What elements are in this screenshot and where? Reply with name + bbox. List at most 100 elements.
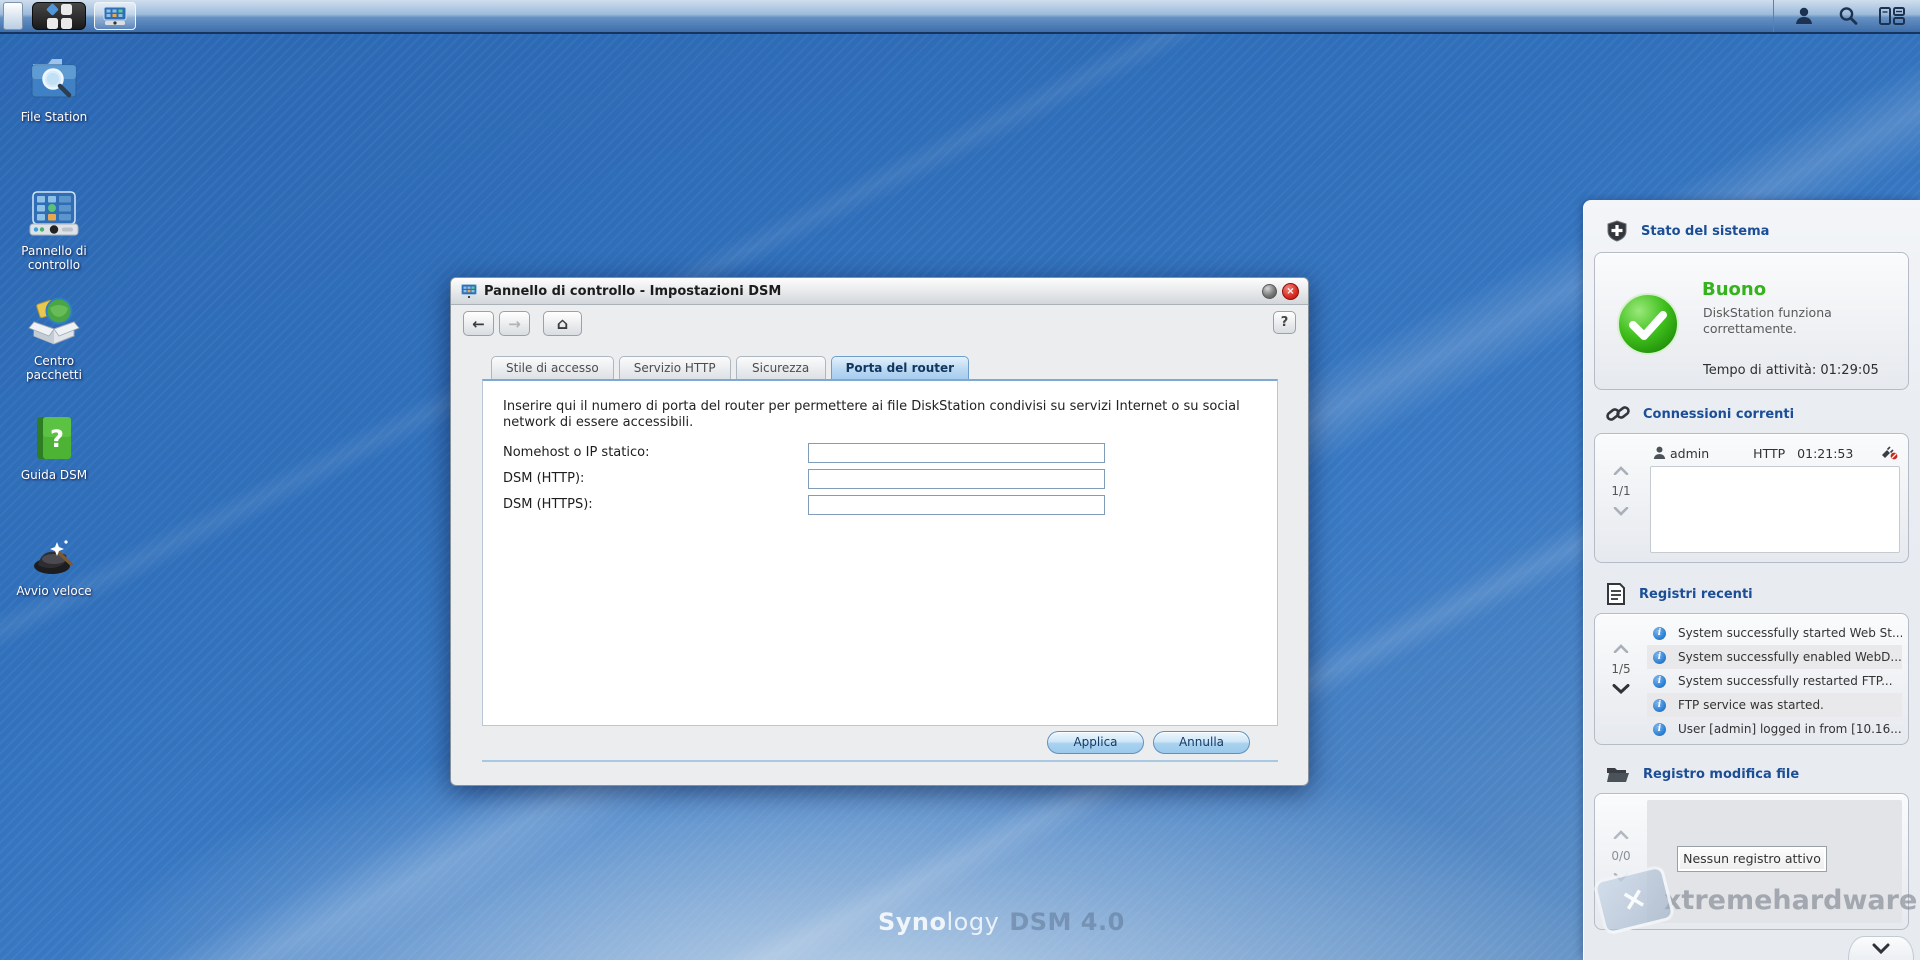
desktop-icon-label: File Station: [6, 110, 102, 124]
user-icon: [1793, 5, 1815, 27]
form-row: DSM (HTTP):: [503, 468, 1257, 489]
log-text: FTP service was started.: [1678, 698, 1824, 712]
tab-sicurezza[interactable]: Sicurezza: [736, 356, 826, 379]
dialog-titlebar[interactable]: Pannello di controllo - Impostazioni DSM…: [451, 278, 1308, 305]
desktop-icon-dsm-help[interactable]: ? Guida DSM: [6, 412, 102, 482]
logo-brand-bold: Syno: [878, 908, 947, 936]
help-book-icon: ?: [28, 412, 80, 464]
control-panel-icon: [103, 6, 127, 26]
apply-button[interactable]: Applica: [1047, 731, 1144, 754]
connection-protocol: HTTP: [1753, 446, 1785, 461]
sidebar-collapse-tab[interactable]: [1848, 936, 1914, 960]
pager-count: 1/1: [1611, 484, 1630, 498]
pager-count: 1/5: [1611, 662, 1630, 676]
desktop-icon-label: Centro pacchetti: [6, 354, 102, 382]
dialog-footer: Applica Annulla: [1047, 731, 1250, 754]
info-icon: i: [1653, 651, 1666, 664]
disconnect-icon[interactable]: [1880, 446, 1898, 460]
uptime-label: Tempo di attività: 01:29:05: [1703, 363, 1879, 378]
forward-button[interactable]: →: [499, 311, 530, 336]
menu-square-icon: [61, 4, 72, 15]
system-status-card: Buono DiskStation funziona correttamente…: [1594, 252, 1909, 390]
page-down-icon[interactable]: [1613, 873, 1629, 882]
shield-icon: [1606, 220, 1628, 242]
user-icon: [1653, 446, 1666, 460]
dsm-http-input[interactable]: [808, 469, 1105, 489]
footer-divider: [482, 760, 1278, 762]
package-center-icon: [26, 296, 82, 350]
synology-dsm-logo: SynologyDSM 4.0: [878, 908, 1125, 936]
desktop-icon-label: Guida DSM: [6, 468, 102, 482]
file-change-log-header: Registro modifica file: [1606, 763, 1799, 785]
widget-sidebar: Stato del sistema Buono DiskStation funz…: [1583, 200, 1920, 960]
control-panel-icon: [26, 188, 82, 240]
page-down-icon[interactable]: [1613, 507, 1629, 516]
log-list: i System successfully started Web St... …: [1647, 621, 1902, 741]
show-desktop-button[interactable]: [3, 2, 23, 30]
file-log-empty-area: Nessun registro attivo: [1647, 800, 1902, 923]
page-down-icon[interactable]: [1612, 684, 1630, 694]
log-row[interactable]: i System successfully restarted FTP...: [1647, 669, 1902, 693]
back-button[interactable]: ←: [463, 311, 494, 336]
connection-row[interactable]: admin HTTP 01:21:53: [1653, 443, 1898, 463]
chevron-down-icon: [1871, 943, 1891, 954]
desktop-icon-label: Pannello di controllo: [6, 244, 102, 272]
recent-logs-header: Registri recenti: [1606, 583, 1753, 605]
log-row[interactable]: i FTP service was started.: [1647, 693, 1902, 717]
taskbar-control-panel-button[interactable]: [94, 2, 136, 30]
hostname-input[interactable]: [808, 443, 1105, 463]
main-menu-button[interactable]: [32, 2, 86, 30]
connections-list[interactable]: [1650, 466, 1900, 553]
info-icon: i: [1653, 675, 1666, 688]
widget-title: Registri recenti: [1639, 587, 1753, 602]
status-ok-icon: [1615, 291, 1681, 357]
desktop-icon-file-station[interactable]: File Station: [6, 54, 102, 124]
connections-header: Connessioni correnti: [1606, 403, 1794, 425]
minimize-button[interactable]: [1262, 284, 1277, 299]
tab-servizio-http[interactable]: Servizio HTTP: [619, 356, 731, 379]
file-station-icon: [27, 54, 81, 106]
no-active-log-label: Nessun registro attivo: [1677, 846, 1827, 872]
connection-time: 01:21:53: [1797, 446, 1853, 461]
dialog-toolbar: ← → ⌂: [463, 311, 582, 336]
connections-card: 1/1 admin HTTP 01:21:53: [1594, 433, 1909, 563]
user-menu-button[interactable]: [1782, 2, 1826, 30]
desktop-icon-package-center[interactable]: Centro pacchetti: [6, 296, 102, 382]
log-row[interactable]: i System successfully started Web St...: [1647, 621, 1902, 645]
tab-stile-di-accesso[interactable]: Stile di accesso: [491, 356, 614, 379]
recent-logs-card: 1/5 i System successfully started Web St…: [1594, 613, 1909, 745]
dsm-http-label: DSM (HTTP):: [503, 471, 808, 486]
taskbar-separator: [1773, 0, 1774, 32]
tab-porta-del-router[interactable]: Porta del router: [831, 356, 970, 379]
desktop-icon-label: Avvio veloce: [6, 584, 102, 598]
logo-brand-light: logy: [947, 908, 1000, 936]
desktop-icon-control-panel[interactable]: Pannello di controllo: [6, 188, 102, 272]
search-button[interactable]: [1826, 2, 1870, 30]
widget-title: Connessioni correnti: [1643, 407, 1794, 422]
log-text: System successfully enabled WebD...: [1678, 650, 1902, 664]
log-text: System successfully restarted FTP...: [1678, 674, 1893, 688]
log-row[interactable]: i User [admin] logged in from [10.16...: [1647, 717, 1902, 741]
chain-link-icon: [1606, 403, 1630, 425]
dialog-title: Pannello di controllo - Impostazioni DSM: [484, 284, 781, 299]
log-row[interactable]: i System successfully enabled WebD...: [1647, 645, 1902, 669]
cancel-button[interactable]: Annulla: [1153, 731, 1250, 754]
page-up-icon[interactable]: [1613, 644, 1629, 653]
menu-square-icon: [61, 18, 72, 29]
status-value: Buono: [1702, 279, 1766, 300]
dsm-https-input[interactable]: [808, 495, 1105, 515]
pilot-view-button[interactable]: [1870, 2, 1914, 30]
page-up-icon[interactable]: [1613, 466, 1629, 475]
file-log-pager: 0/0: [1595, 794, 1647, 929]
desktop-icon-quick-start[interactable]: Avvio veloce: [6, 528, 102, 598]
page-up-icon[interactable]: [1613, 830, 1629, 839]
logs-pager: 1/5: [1595, 614, 1647, 744]
tab-strip: Stile di accesso Servizio HTTP Sicurezza…: [482, 356, 1278, 379]
home-button[interactable]: ⌂: [543, 311, 582, 336]
help-button[interactable]: ?: [1273, 311, 1296, 334]
close-icon[interactable]: ×: [1282, 283, 1299, 300]
widget-title: Registro modifica file: [1643, 767, 1799, 782]
open-folder-icon: [1606, 764, 1630, 784]
info-icon: i: [1653, 627, 1666, 640]
system-status-header: Stato del sistema: [1606, 220, 1769, 242]
